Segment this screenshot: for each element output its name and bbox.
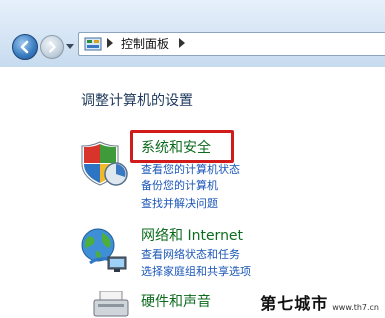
page-title: 调整计算机的设置 [81, 93, 193, 109]
network-globe-icon[interactable] [80, 227, 130, 273]
address-bar[interactable]: 控制面板 [78, 32, 385, 56]
link-view-network-status[interactable]: 查看网络状态和任务 [141, 248, 240, 262]
navigation-bar: 控制面板 [0, 0, 385, 67]
arrow-left-icon [20, 40, 29, 54]
watermark-url: www.th7.cn [332, 303, 379, 312]
category-title-hardware-sound[interactable]: 硬件和声音 [141, 293, 211, 311]
category-title-network-internet[interactable]: 网络和 Internet [141, 227, 243, 245]
breadcrumb-control-panel[interactable]: 控制面板 [121, 36, 169, 52]
watermark-name: 第七城市 [260, 294, 329, 313]
breadcrumb-arrow-icon[interactable] [179, 38, 185, 48]
link-backup-computer[interactable]: 备份您的计算机 [141, 179, 218, 193]
shield-icon[interactable] [80, 140, 130, 188]
arrow-right-icon [49, 41, 56, 53]
control-panel-icon [84, 37, 102, 51]
watermark: 第七城市 www.th7.cn [260, 290, 379, 314]
forward-button[interactable] [40, 35, 64, 59]
link-homegroup-sharing[interactable]: 选择家庭组和共享选项 [141, 265, 251, 279]
back-button[interactable] [12, 34, 38, 60]
control-panel-content: 调整计算机的设置 系统和安全 查看您的计算机状态 备份您的计算机 查找并解决问题 [0, 67, 385, 318]
breadcrumb-arrow-icon[interactable] [107, 38, 113, 48]
highlight-box [130, 130, 234, 163]
printer-icon[interactable] [92, 291, 132, 318]
recent-pages-dropdown-icon[interactable] [66, 44, 74, 50]
link-troubleshoot[interactable]: 查找并解决问题 [141, 197, 218, 211]
link-view-computer-status[interactable]: 查看您的计算机状态 [141, 163, 240, 177]
